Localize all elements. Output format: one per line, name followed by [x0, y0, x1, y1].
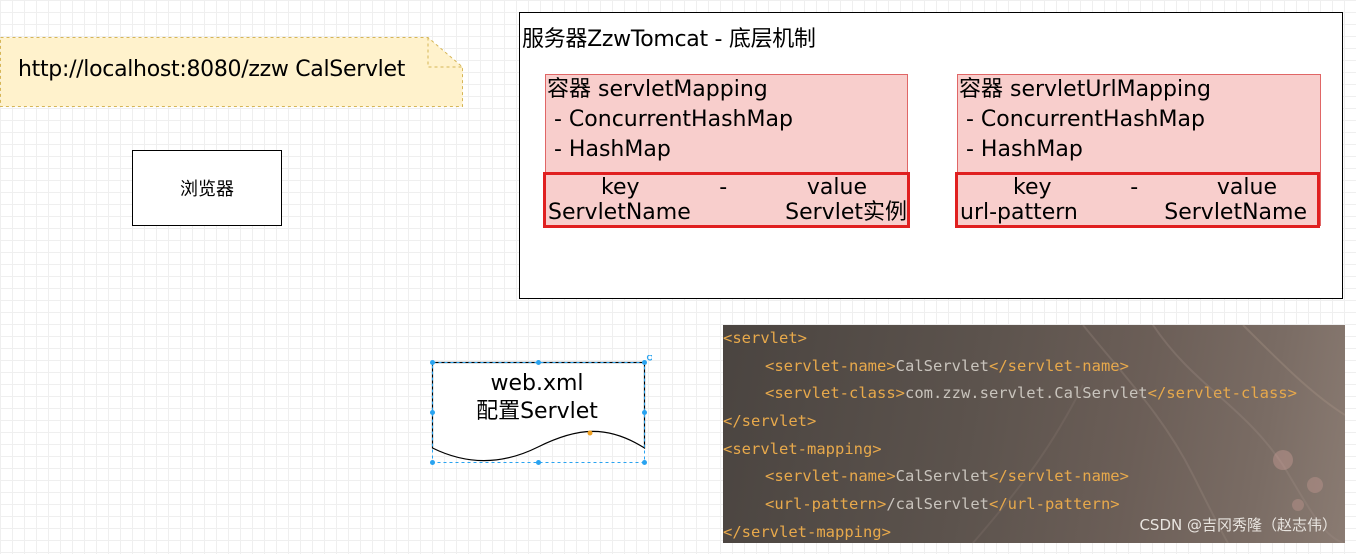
web-xml-code-snippet: <servlet> <servlet-name>CalServlet</servl… [723, 325, 1345, 543]
kv-key-label: key [1013, 175, 1052, 200]
code-text: CalServlet [895, 467, 989, 486]
code-line: <servlet> [723, 325, 1345, 353]
document-line-1: web.xml [490, 371, 584, 396]
code-tag: <servlet> [723, 329, 807, 347]
code-lines: <servlet> <servlet-name>CalServlet</servl… [723, 325, 1345, 543]
code-line: <servlet-mapping> [723, 436, 1345, 464]
container-item: - ConcurrentHashMap [554, 107, 793, 132]
document-line-2: 配置Servlet [476, 399, 598, 424]
code-line: <servlet-class>com.zzw.servlet.CalServle… [723, 380, 1345, 408]
server-box[interactable]: 服务器ZzwTomcat - 底层机制 容器 servletMapping - … [519, 12, 1343, 299]
kv-row: url-pattern ServletName [958, 200, 1317, 225]
url-note[interactable]: http://localhost:8080/zzw CalServlet [0, 37, 463, 107]
servlet-mapping-container[interactable]: 容器 servletMapping - ConcurrentHashMap - … [543, 74, 910, 228]
kv-header: key - value [546, 175, 907, 200]
code-text: com.zzw.servlet.CalServlet [904, 384, 1148, 403]
code-tag: </url-pattern> [988, 495, 1120, 514]
container-item: - HashMap [554, 137, 671, 162]
rotate-handle-icon [646, 355, 652, 361]
kv-value-label: value [1216, 175, 1277, 200]
code-text: /calServlet [886, 495, 989, 514]
web-xml-document[interactable]: web.xml 配置Servlet [428, 355, 652, 467]
servlet-url-mapping-container[interactable]: 容器 servletUrlMapping - ConcurrentHashMap… [955, 74, 1321, 228]
code-tag: <servlet-mapping> [723, 439, 882, 458]
kv-separator: - [1130, 175, 1139, 200]
code-line: <servlet-name>CalServlet</servlet-name> [723, 463, 1345, 491]
browser-box[interactable]: 浏览器 [132, 150, 282, 226]
kv-key: ServletName [548, 200, 691, 225]
code-tag: <servlet-name> [765, 467, 896, 486]
code-tag: </servlet-mapping> [723, 522, 891, 541]
server-title: 服务器ZzwTomcat - 底层机制 [522, 27, 816, 52]
code-tag: </servlet> [723, 412, 817, 431]
watermark: CSDN @吉冈秀隆（赵志伟） [1139, 516, 1337, 535]
container-item: - HashMap [966, 137, 1083, 162]
code-tag: </servlet-class> [1147, 384, 1297, 403]
container-item: - ConcurrentHashMap [966, 107, 1205, 132]
browser-label: 浏览器 [180, 179, 234, 200]
code-line: </servlet> [723, 408, 1345, 436]
kv-separator: - [719, 175, 728, 200]
kv-value: Servlet实例 [785, 200, 907, 225]
container-title: 容器 servletMapping [547, 77, 768, 102]
code-text: CalServlet [895, 356, 989, 375]
url-text: http://localhost:8080/zzw CalServlet [18, 57, 406, 82]
code-line: <servlet-name>CalServlet</servlet-name> [723, 353, 1345, 381]
key-value-highlight[interactable]: key - value ServletName Servlet实例 [543, 172, 910, 228]
kv-row: ServletName Servlet实例 [546, 200, 907, 225]
code-tag: </servlet-name> [988, 356, 1129, 375]
code-tag: <servlet-name> [765, 356, 896, 375]
kv-header: key - value [958, 175, 1317, 200]
kv-key-label: key [601, 175, 640, 200]
kv-value: ServletName [1164, 200, 1307, 225]
container-title: 容器 servletUrlMapping [959, 77, 1212, 102]
kv-key: url-pattern [960, 200, 1078, 225]
code-tag: </servlet-name> [988, 467, 1129, 486]
document-label: web.xml 配置Servlet [432, 370, 642, 426]
code-tag: <servlet-class> [765, 384, 905, 403]
key-value-highlight[interactable]: key - value url-pattern ServletName [955, 172, 1320, 228]
kv-value-label: value [806, 175, 867, 200]
code-tag: <url-pattern> [765, 495, 887, 514]
